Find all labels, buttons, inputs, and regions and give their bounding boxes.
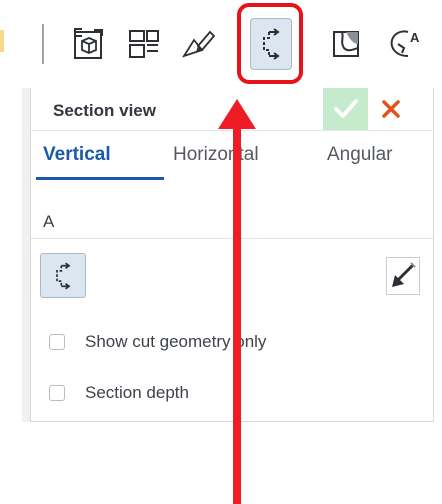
toolbar-edge-marker bbox=[0, 30, 4, 52]
cancel-button[interactable] bbox=[368, 88, 413, 130]
toolbar: A bbox=[0, 0, 442, 92]
broken-out-section-icon bbox=[333, 31, 359, 57]
annotation-arrow-head bbox=[218, 99, 256, 129]
show-cut-geometry-checkbox[interactable] bbox=[49, 334, 65, 350]
section-view-panel: Section view Vertical Horizontal Angular… bbox=[22, 88, 434, 422]
sketch-button[interactable] bbox=[172, 14, 224, 74]
sketch-pencil-icon bbox=[181, 30, 216, 58]
svg-text:A: A bbox=[410, 30, 420, 45]
active-tab-underline bbox=[36, 177, 164, 180]
section-view-icon bbox=[56, 261, 71, 290]
broken-out-section-button[interactable] bbox=[320, 14, 372, 74]
tab-angular[interactable]: Angular bbox=[327, 144, 393, 166]
drawing-view-button[interactable] bbox=[118, 14, 170, 74]
tab-horizontal[interactable]: Horizontal bbox=[173, 144, 259, 166]
accept-button[interactable] bbox=[323, 88, 368, 130]
annotation-highlight-box bbox=[237, 3, 303, 84]
section-depth-checkbox[interactable] bbox=[49, 385, 65, 401]
checkmark-icon bbox=[333, 99, 358, 118]
panel-title: Section view bbox=[53, 101, 156, 120]
section-depth-row[interactable]: Section depth bbox=[49, 381, 189, 405]
flip-direction-button[interactable] bbox=[386, 257, 420, 295]
close-x-icon bbox=[381, 100, 400, 118]
flip-arrow-icon bbox=[392, 262, 416, 287]
derived-part-icon bbox=[74, 28, 103, 59]
section-line-button[interactable] bbox=[40, 253, 86, 298]
detail-view-icon: A bbox=[390, 30, 420, 57]
derived-part-button[interactable] bbox=[64, 14, 116, 74]
toolbar-separator bbox=[42, 24, 44, 64]
section-name-field[interactable]: A bbox=[31, 200, 433, 239]
tab-vertical[interactable]: Vertical bbox=[43, 144, 111, 166]
drawing-view-icon bbox=[129, 30, 159, 58]
annotation-arrow-shaft bbox=[233, 124, 241, 504]
section-name-value: A bbox=[43, 212, 55, 231]
section-type-tabs: Vertical Horizontal Angular bbox=[31, 130, 433, 176]
detail-view-button[interactable]: A bbox=[380, 14, 432, 74]
section-depth-label: Section depth bbox=[85, 383, 189, 402]
panel-body: Section view Vertical Horizontal Angular… bbox=[30, 88, 434, 422]
